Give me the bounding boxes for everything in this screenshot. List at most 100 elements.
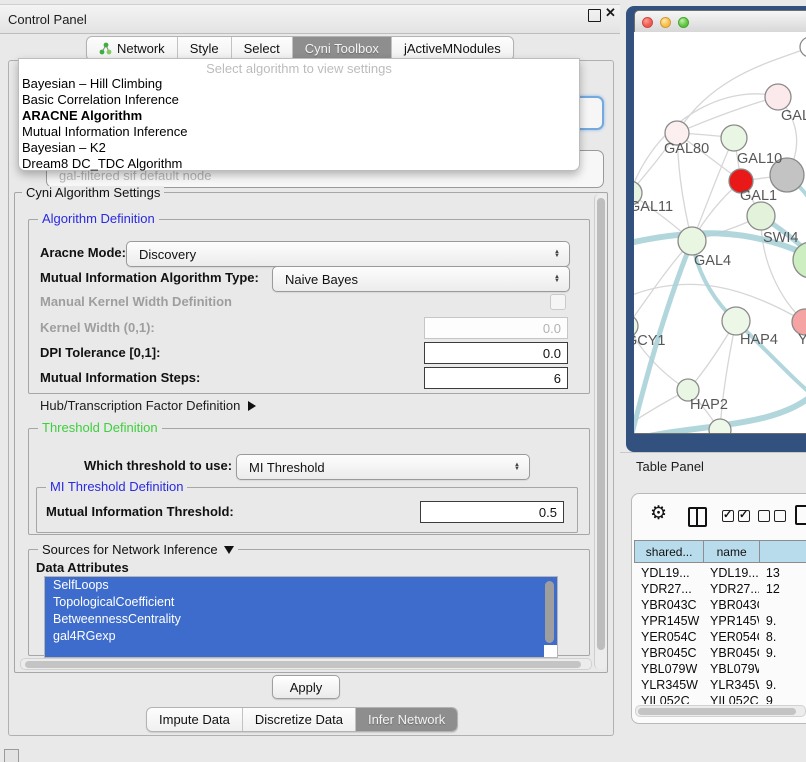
- zoom-window-icon[interactable]: [678, 17, 689, 28]
- checked-checkbox-icon[interactable]: [722, 510, 734, 522]
- checked-checkbox-icon[interactable]: [738, 510, 750, 522]
- tab-style[interactable]: Style: [178, 37, 232, 60]
- mi-steps-field[interactable]: 6: [424, 367, 568, 389]
- dpi-tolerance-label: DPI Tolerance [0,1]:: [40, 342, 160, 364]
- table-cell: YLR345W: [634, 677, 703, 693]
- minimize-window-icon[interactable]: [660, 17, 671, 28]
- tab-select[interactable]: Select: [232, 37, 293, 60]
- algorithm-option[interactable]: Bayesian – K2: [19, 140, 579, 156]
- dpi-tolerance-value: 0.0: [543, 346, 561, 361]
- network-icon: [99, 42, 112, 55]
- tab-impute-data[interactable]: Impute Data: [147, 708, 243, 731]
- table-cell: 13: [759, 565, 806, 581]
- which-threshold-value: MI Threshold: [237, 460, 509, 475]
- data-attribute-item[interactable]: gal4RGexp: [45, 628, 557, 645]
- mi-threshold-label: Mutual Information Threshold:: [46, 501, 234, 523]
- network-node[interactable]: [747, 202, 775, 230]
- table-cell: YIL052C: [634, 693, 703, 704]
- table-horizontal-scrollbar-thumb[interactable]: [638, 708, 796, 715]
- dpi-tolerance-field[interactable]: 0.0: [424, 342, 568, 364]
- table-row[interactable]: YBL079WYBL079W: [634, 661, 806, 677]
- network-edge[interactable]: [720, 321, 736, 430]
- table-column-header[interactable]: name: [703, 540, 759, 563]
- mi-threshold-field[interactable]: 0.5: [420, 501, 564, 523]
- manual-kernel-width-checkbox[interactable]: [550, 294, 566, 310]
- network-edge[interactable]: [634, 241, 692, 326]
- data-attribute-item[interactable]: BetweennessCentrality: [45, 611, 557, 628]
- selected-fill: [45, 645, 544, 657]
- settings-vertical-scrollbar-thumb[interactable]: [597, 198, 605, 650]
- network-node-label: HAP2: [690, 397, 728, 413]
- table-row[interactable]: YPR145WYPR145W9.: [634, 613, 806, 629]
- algorithm-option[interactable]: Basic Correlation Inference: [19, 92, 579, 108]
- which-threshold-combobox[interactable]: MI Threshold: [236, 454, 530, 480]
- data-attribute-item[interactable]: TopologicalCoefficient: [45, 594, 557, 611]
- table-cell: YDL19...: [703, 565, 759, 581]
- data-attribute-item[interactable]: SelfLoops: [45, 577, 557, 594]
- tab-network[interactable]: Network: [87, 37, 178, 60]
- document-icon[interactable]: [795, 505, 806, 525]
- table-cell: YBL079W: [703, 661, 759, 677]
- attributes-scrollbar-thumb[interactable]: [545, 581, 554, 643]
- aracne-mode-combobox[interactable]: Discovery: [126, 241, 570, 267]
- table-row[interactable]: YBR045CYBR045C9.: [634, 645, 806, 661]
- tab-infer-network[interactable]: Infer Network: [356, 708, 457, 731]
- dock-grip-icon[interactable]: [4, 749, 19, 762]
- table-row[interactable]: YIL052CYIL052C9: [634, 693, 806, 704]
- tab-label: Style: [190, 41, 219, 56]
- column-layout-icon[interactable]: [688, 507, 707, 527]
- unchecked-checkbox-icon[interactable]: [774, 510, 786, 522]
- hub-transcription-section-toggle[interactable]: Hub/Transcription Factor Definition: [40, 398, 256, 413]
- algorithm-option[interactable]: Dream8 DC_TDC Algorithm: [19, 156, 579, 172]
- table-cell: 9.: [759, 677, 806, 693]
- table-settings-gear-icon[interactable]: [650, 502, 667, 525]
- data-attributes-list[interactable]: SelfLoopsTopologicalCoefficientBetweenne…: [44, 576, 558, 658]
- tab-jactivemnodules[interactable]: jActiveMNodules: [392, 37, 513, 60]
- table-cell: YER054C: [703, 629, 759, 645]
- table-row[interactable]: YDR27...YDR27...12: [634, 581, 806, 597]
- algorithm-dropdown-popup: Select algorithm to view settings Bayesi…: [18, 58, 580, 171]
- table-horizontal-scrollbar[interactable]: [635, 705, 806, 717]
- tab-label: Network: [117, 41, 165, 56]
- table-column-header[interactable]: [759, 540, 806, 563]
- network-node[interactable]: [678, 227, 706, 255]
- application-window: Control Panel NetworkStyleSelectCyni Too…: [0, 0, 806, 762]
- network-window-titlebar[interactable]: [635, 11, 806, 34]
- apply-button[interactable]: Apply: [272, 675, 340, 699]
- settings-horizontal-scrollbar[interactable]: [20, 658, 592, 670]
- table-column-header[interactable]: shared...: [634, 540, 703, 563]
- table-row[interactable]: YLR345WYLR345W9.: [634, 677, 806, 693]
- settings-horizontal-scrollbar-thumb[interactable]: [25, 661, 581, 668]
- network-node-label: GAL10: [737, 151, 782, 167]
- manual-kernel-width-label: Manual Kernel Width Definition: [40, 294, 232, 309]
- tab-cyni-toolbox[interactable]: Cyni Toolbox: [293, 37, 392, 60]
- algorithm-option[interactable]: Mutual Information Inference: [19, 124, 579, 140]
- table-row[interactable]: YBR043CYBR043C: [634, 597, 806, 613]
- sources-section-toggle[interactable]: Sources for Network Inference: [38, 542, 238, 557]
- table-row[interactable]: YDL19...YDL19...13: [634, 565, 806, 581]
- float-panel-icon[interactable]: [588, 9, 601, 22]
- algorithm-option[interactable]: ARACNE Algorithm: [19, 108, 579, 124]
- close-window-icon[interactable]: [642, 17, 653, 28]
- kernel-width-field[interactable]: 0.0: [424, 317, 568, 339]
- network-node[interactable]: [721, 125, 747, 151]
- mi-algorithm-type-value: Naive Bayes: [273, 272, 549, 287]
- table-body: YDL19...YDL19...13YDR27...YDR27...12YBR0…: [634, 565, 806, 704]
- mi-algorithm-type-label: Mutual Information Algorithm Type:: [40, 266, 259, 290]
- algorithm-option[interactable]: Bayesian – Hill Climbing: [19, 76, 579, 92]
- network-canvas[interactable]: GALGAL80GAL10GAL1GAL11SWI4GAL4GCY1HAP4YH…: [634, 32, 806, 433]
- unchecked-checkbox-icon[interactable]: [758, 510, 770, 522]
- tab-discretize-data[interactable]: Discretize Data: [243, 708, 356, 731]
- network-node[interactable]: [765, 84, 791, 110]
- network-node[interactable]: [800, 37, 806, 57]
- mi-algorithm-type-combobox[interactable]: Naive Bayes: [272, 266, 570, 292]
- network-node-label: GCY1: [634, 333, 666, 349]
- settings-vertical-scrollbar[interactable]: [594, 194, 607, 669]
- table-row[interactable]: YER054CYER054C8.: [634, 629, 806, 645]
- close-panel-icon[interactable]: [605, 5, 616, 21]
- threshold-definition-title: Threshold Definition: [38, 421, 162, 435]
- network-node[interactable]: [722, 307, 750, 335]
- table-cell: YPR145W: [703, 613, 759, 629]
- kernel-width-label: Kernel Width (0,1):: [40, 317, 155, 339]
- network-node[interactable]: [709, 419, 731, 433]
